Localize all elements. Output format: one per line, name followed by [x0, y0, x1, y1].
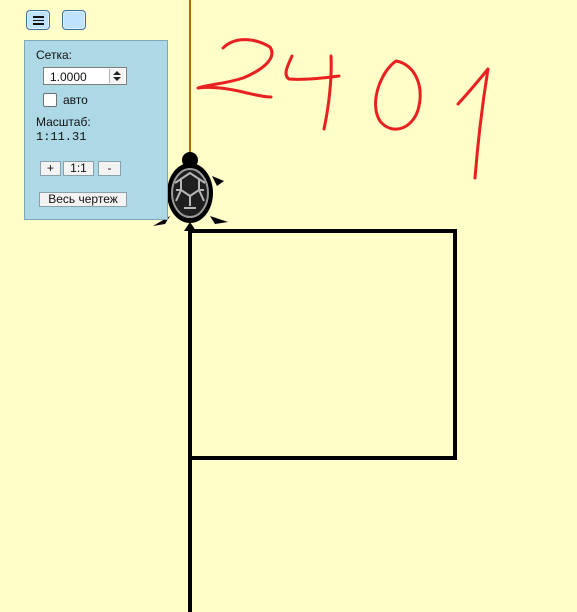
scale-value: 1:11.31 — [36, 130, 87, 144]
auto-label: авто — [63, 93, 88, 107]
auto-checkbox[interactable] — [43, 93, 57, 107]
grid-size-value: 1.0000 — [50, 70, 87, 84]
grid-size-input[interactable]: 1.0000 — [43, 67, 127, 85]
toolbar-button[interactable] — [62, 10, 86, 30]
grid-size-stepper[interactable] — [109, 69, 125, 83]
hamburger-icon — [33, 16, 44, 25]
grid-label: Сетка: — [36, 48, 72, 62]
zoom-in-button[interactable]: + — [40, 161, 61, 176]
zoom-reset-button[interactable]: 1:1 — [63, 161, 94, 176]
settings-panel: Сетка: 1.0000 авто Масштаб: 1:11.31 + 1:… — [24, 40, 168, 220]
handwritten-digit-4-b — [322, 54, 333, 131]
handwritten-digit-0 — [374, 59, 422, 131]
stepper-up-icon[interactable] — [113, 71, 121, 75]
scale-label: Масштаб: — [36, 115, 91, 129]
fit-drawing-button[interactable]: Весь чертеж — [39, 192, 127, 207]
handwritten-digit-1 — [456, 67, 490, 180]
drawn-rectangle — [188, 229, 457, 460]
menu-button[interactable] — [26, 10, 50, 30]
handwritten-digit-2 — [196, 38, 274, 99]
stepper-down-icon[interactable] — [113, 77, 121, 81]
handwritten-number-2401 — [196, 38, 490, 180]
zoom-out-button[interactable]: - — [98, 161, 121, 176]
turtle-graphics-screen: Сетка: 1.0000 авто Масштаб: 1:11.31 + 1:… — [0, 0, 577, 612]
